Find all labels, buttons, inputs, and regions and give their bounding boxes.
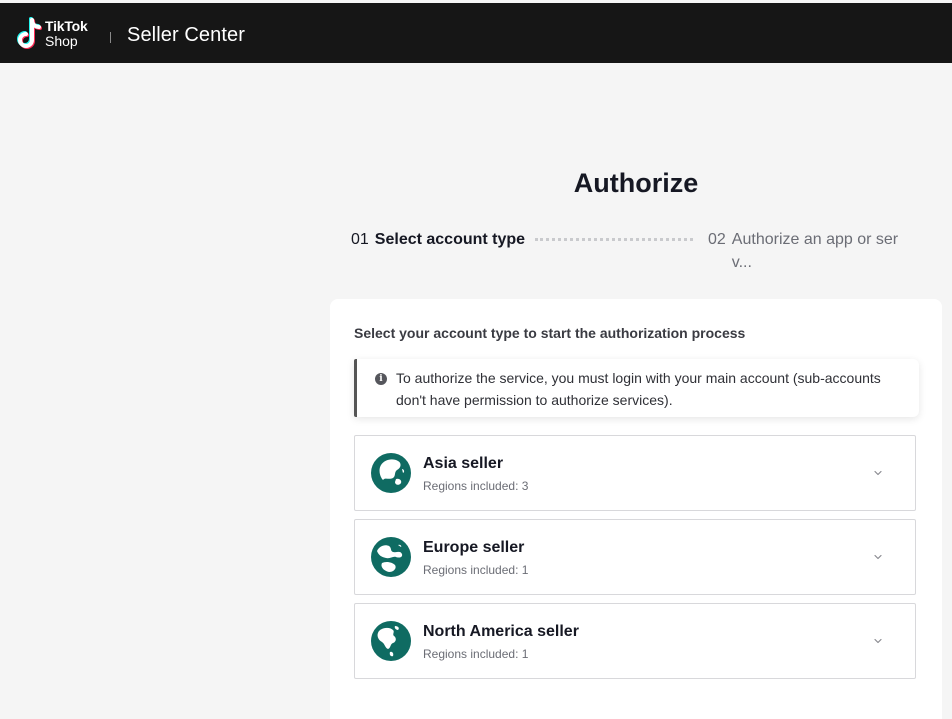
chevron-down-icon[interactable]: [873, 468, 883, 478]
top-bar: TikTok Shop Seller Center: [0, 3, 952, 63]
chevron-down-icon[interactable]: [873, 636, 883, 646]
brand-line-2: Shop: [45, 33, 78, 49]
north-america-globe-icon: [371, 621, 411, 661]
region-count: Regions included: 3: [423, 479, 529, 493]
main-account-notice: i To authorize the service, you must log…: [354, 359, 919, 417]
account-type-card: Select your account type to start the au…: [330, 299, 942, 719]
region-count: Regions included: 1: [423, 647, 529, 661]
region-name: North America seller: [423, 623, 579, 640]
region-option-north-america-seller[interactable]: North America seller Regions included: 1: [354, 603, 916, 679]
card-subtitle: Select your account type to start the au…: [354, 325, 746, 341]
brand-wordmark: TikTok Shop: [45, 19, 88, 48]
brand-line-1: TikTok: [45, 18, 88, 34]
region-option-asia-seller[interactable]: Asia seller Regions included: 3: [354, 435, 916, 511]
notice-text: To authorize the service, you must login…: [396, 370, 881, 408]
chevron-down-icon[interactable]: [873, 552, 883, 562]
region-name: Europe seller: [423, 539, 525, 556]
page-title: Authorize: [573, 168, 699, 198]
info-icon: i: [375, 373, 387, 385]
step-label: Authorize an app or serv...: [731, 231, 899, 271]
app-name: Seller Center: [127, 24, 246, 46]
header-divider: [110, 32, 111, 43]
region-count: Regions included: 1: [423, 563, 529, 577]
step-label: Select account type: [374, 231, 526, 248]
region-option-europe-seller[interactable]: Europe seller Regions included: 1: [354, 519, 916, 595]
step-progress-connector: [535, 238, 693, 241]
step-number: 02: [708, 231, 726, 248]
step-number: 01: [351, 231, 369, 248]
step-authorize-app: 02 Authorize an app or serv...: [708, 231, 923, 274]
region-name: Asia seller: [423, 455, 504, 472]
step-select-account-type: 01 Select account type: [351, 231, 525, 249]
europe-globe-icon: [371, 537, 411, 577]
tiktok-logo-icon: [17, 17, 42, 49]
asia-globe-icon: [371, 453, 411, 493]
